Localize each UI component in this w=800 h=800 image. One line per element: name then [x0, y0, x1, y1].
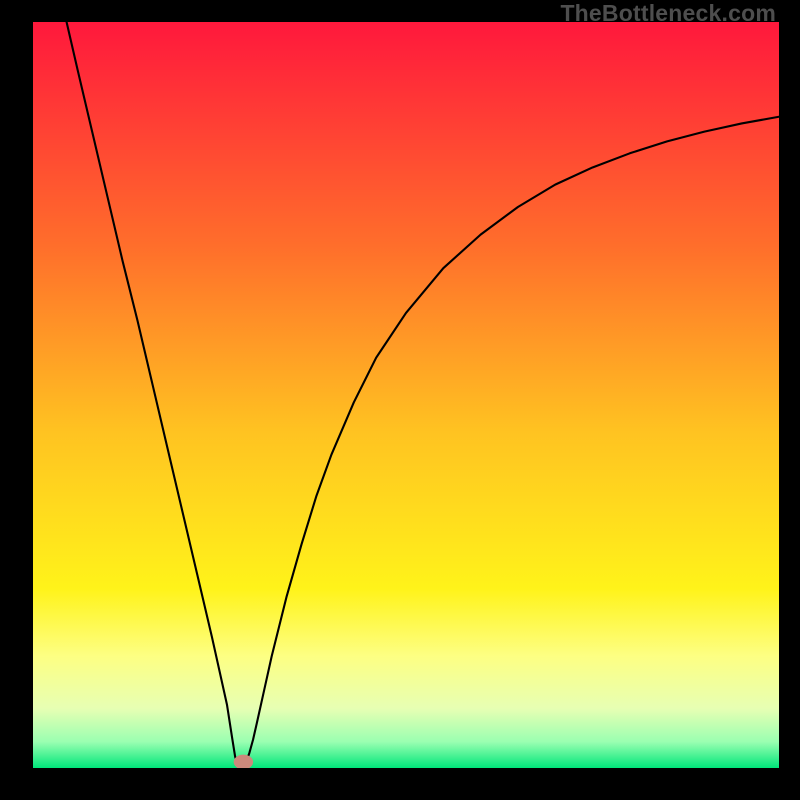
watermark-text: TheBottleneck.com [560, 0, 776, 27]
chart-svg [33, 22, 779, 768]
gradient-background [33, 22, 779, 768]
chart-frame: TheBottleneck.com [0, 0, 800, 800]
plot-area [33, 22, 779, 768]
